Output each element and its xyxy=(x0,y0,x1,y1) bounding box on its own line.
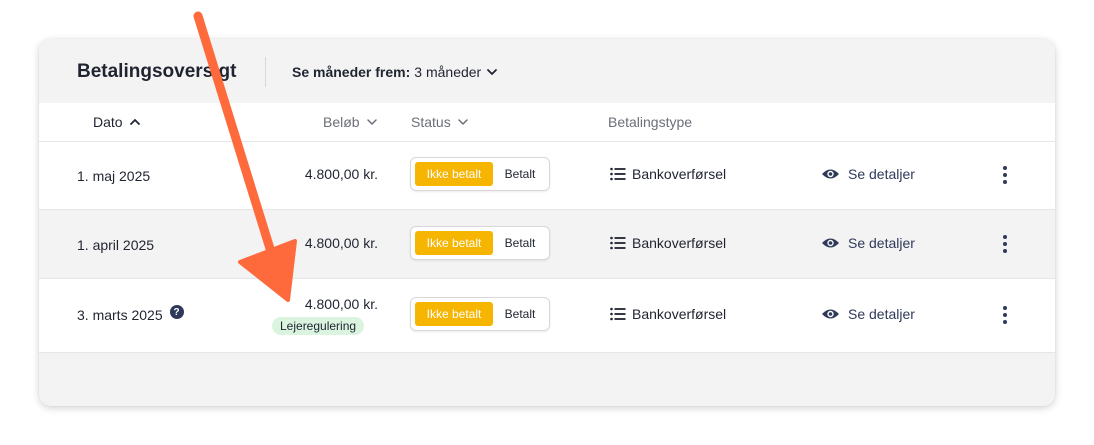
status-paid-button[interactable]: Betalt xyxy=(493,302,547,326)
table-header: Dato Beløb Status Betalingstype xyxy=(39,103,1055,142)
table-row: 1. april 2025 4.800,00 kr. Ikke betalt B… xyxy=(39,210,1055,279)
row-date-text: 3. marts 2025 xyxy=(77,307,163,323)
column-header-belob[interactable]: Beløb xyxy=(323,114,379,130)
chevron-down-icon xyxy=(366,119,377,125)
rent-adjustment-badge: Lejeregulering xyxy=(272,317,365,335)
status-paid-button[interactable]: Betalt xyxy=(493,231,547,255)
status-paid-button[interactable]: Betalt xyxy=(493,162,547,186)
eye-icon xyxy=(822,309,839,319)
column-header-belob-label: Beløb xyxy=(323,114,360,130)
payment-type: Bankoverførsel xyxy=(610,166,726,182)
payment-overview-card: Betalingsoversigt Se måneder frem: 3 mån… xyxy=(39,39,1055,406)
kebab-menu-icon[interactable] xyxy=(998,165,1012,185)
payment-type: Bankoverførsel xyxy=(610,235,726,251)
header-divider xyxy=(265,57,266,87)
eye-icon xyxy=(822,169,839,179)
list-icon xyxy=(610,167,626,181)
chevron-down-icon xyxy=(457,119,468,125)
row-date: 1. april 2025 xyxy=(77,237,154,253)
months-ahead-value: 3 måneder xyxy=(414,64,482,80)
kebab-menu-icon[interactable] xyxy=(998,305,1012,325)
column-header-type: Betalingstype xyxy=(608,114,693,130)
see-details-label: Se detaljer xyxy=(848,166,915,182)
status-toggle: Ikke betalt Betalt xyxy=(410,297,550,331)
payment-type-label: Bankoverførsel xyxy=(632,306,727,322)
see-details-link[interactable]: Se detaljer xyxy=(821,306,915,322)
card-footer xyxy=(39,353,1055,406)
months-ahead-label: Se måneder frem: xyxy=(292,64,411,80)
see-details-link[interactable]: Se detaljer xyxy=(821,235,915,251)
months-ahead-select[interactable]: Se måneder frem: 3 måneder xyxy=(292,64,499,80)
table-row: 3. marts 2025 ? 4.800,00 kr. Lejereguler… xyxy=(39,279,1055,353)
row-amount: 4.800,00 kr. xyxy=(304,235,378,251)
page-title: Betalingsoversigt xyxy=(77,61,237,82)
card-header: Betalingsoversigt Se måneder frem: 3 mån… xyxy=(39,39,1055,103)
row-date: 3. marts 2025 ? xyxy=(77,305,184,323)
row-amount: 4.800,00 kr. xyxy=(304,166,378,182)
row-date: 1. maj 2025 xyxy=(77,168,150,184)
status-toggle: Ikke betalt Betalt xyxy=(410,157,550,191)
column-header-dato[interactable]: Dato xyxy=(93,114,142,130)
chevron-down-icon xyxy=(487,69,498,75)
payment-type: Bankoverførsel xyxy=(610,306,726,322)
column-header-dato-label: Dato xyxy=(93,114,123,130)
status-unpaid-button[interactable]: Ikke betalt xyxy=(415,231,493,255)
payment-type-label: Bankoverførsel xyxy=(632,166,727,182)
chevron-up-icon xyxy=(129,119,140,125)
kebab-menu-icon[interactable] xyxy=(998,234,1012,254)
payment-type-label: Bankoverførsel xyxy=(632,235,727,251)
eye-icon xyxy=(822,238,839,248)
list-icon xyxy=(610,236,626,250)
row-amount: 4.800,00 kr. xyxy=(304,296,378,312)
status-unpaid-button[interactable]: Ikke betalt xyxy=(415,162,493,186)
see-details-label: Se detaljer xyxy=(848,306,915,322)
see-details-label: Se detaljer xyxy=(848,235,915,251)
question-circle-icon[interactable]: ? xyxy=(169,305,184,319)
column-header-status[interactable]: Status xyxy=(411,114,470,130)
status-toggle: Ikke betalt Betalt xyxy=(410,226,550,260)
column-header-status-label: Status xyxy=(411,114,451,130)
row-date-text: 1. april 2025 xyxy=(77,237,155,253)
table-row: 1. maj 2025 4.800,00 kr. Ikke betalt Bet… xyxy=(39,141,1055,210)
status-unpaid-button[interactable]: Ikke betalt xyxy=(415,302,493,326)
list-icon xyxy=(610,307,626,321)
row-date-text: 1. maj 2025 xyxy=(77,168,151,184)
see-details-link[interactable]: Se detaljer xyxy=(821,166,915,182)
